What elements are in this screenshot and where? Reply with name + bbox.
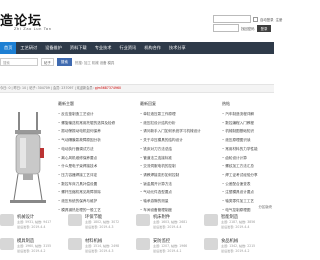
list-item[interactable]: 关于冲压模具的结构设计 bbox=[140, 136, 216, 145]
register-link[interactable]: 注册 bbox=[276, 17, 283, 22]
list-item[interactable]: 压力容器焊接工艺评定 bbox=[58, 171, 132, 180]
category-section-title: 分区版块 bbox=[258, 205, 272, 209]
list-item[interactable]: 液压缸设计结构分析 bbox=[140, 119, 216, 128]
list-item[interactable]: 常用材料的力学性能 bbox=[222, 145, 272, 154]
category-last-post: 最后发表: 2019-4-3 bbox=[85, 224, 114, 229]
list-item[interactable]: 机械制图基础知识 bbox=[222, 127, 272, 136]
list-item[interactable]: 单缸液压泵工作原理 bbox=[140, 110, 216, 119]
nav-item-sharing[interactable]: 技术分享 bbox=[165, 42, 190, 54]
list-item[interactable]: 请教焊接变形如何控制 bbox=[140, 171, 216, 180]
list-item[interactable]: 气动隔膜泵故障原因分析 bbox=[58, 136, 132, 145]
latest-topics-list: 反应釜制造工艺设计 螺旋输送机常用托辊的选择及检修 振动筛振动电机如何保养 气动… bbox=[58, 110, 132, 214]
list-item[interactable]: 请问新手入门如何系统学习机械设计 bbox=[140, 127, 216, 136]
list-item[interactable]: 离心风机维修保养要点 bbox=[58, 154, 132, 163]
forum-stats-text: 今日: 0 | 昨日: 10 | 帖子: 304709 | 会员: 237097… bbox=[0, 86, 95, 90]
category-last-post: 最后发表: 2019-4-2 bbox=[17, 248, 46, 253]
list-item[interactable]: 反应釜制造工艺设计 bbox=[58, 110, 132, 119]
forgot-password-link[interactable]: 找回密码 bbox=[241, 26, 255, 31]
list-item[interactable]: 气动元件选型要点 bbox=[140, 188, 216, 197]
login-username-row: 自动登录 注册 bbox=[213, 15, 282, 23]
category-card[interactable]: 智能制造 主题: 2187, 帖数: 3856 最后发表: 2019-4-4 bbox=[204, 214, 255, 229]
category-stats: 主题: 1342, 帖数: 2215 bbox=[221, 244, 256, 248]
category-last-post: 最后发表: 2019-4-2 bbox=[221, 248, 250, 253]
category-icon bbox=[204, 238, 218, 250]
list-item[interactable]: 什么是电子束焊接技术 bbox=[58, 162, 132, 171]
list-item[interactable]: 铣床对刀方法总结 bbox=[140, 145, 216, 154]
list-item[interactable]: 钣金展开计算方法 bbox=[140, 180, 216, 189]
category-stats: 主题: 1514, 帖数: 2498 bbox=[85, 244, 120, 248]
category-stats: 主题: 1603, 帖数: 2681 bbox=[153, 220, 188, 224]
category-card[interactable]: 安防监控 主题: 1207, 帖数: 1966 最后发表: 2019-4-1 bbox=[136, 238, 187, 253]
category-stats: 主题: 2187, 帖数: 3856 bbox=[221, 220, 256, 224]
search-type-select[interactable]: 帖子 bbox=[41, 58, 54, 66]
latest-replies-heading: 最新回复 bbox=[140, 101, 156, 106]
category-card[interactable]: 食品机械 主题: 1342, 帖数: 2215 最后发表: 2019-4-2 bbox=[204, 238, 255, 253]
nav-item-partners[interactable]: 机构合作 bbox=[140, 42, 165, 54]
list-item[interactable]: 数控车床刀具补偿设置 bbox=[58, 180, 132, 189]
hot-keywords: 热搜: 加工 机械 设备 模具 bbox=[74, 60, 115, 65]
list-item[interactable]: 振动筛振动电机如何保养 bbox=[58, 127, 132, 136]
list-item[interactable]: 螺杆压缩机常见故障排除 bbox=[58, 188, 132, 197]
search-bar: 搜索 帖子 搜索 热搜: 加工 机械 设备 模具 bbox=[0, 58, 114, 66]
category-stats: 主题: 1207, 帖数: 1966 bbox=[153, 244, 188, 248]
latest-topics-heading: 最新主题 bbox=[58, 101, 74, 106]
nav-item-process[interactable]: 工艺研讨 bbox=[16, 42, 41, 54]
category-last-post: 最后发表: 2019-4-1 bbox=[153, 248, 182, 253]
list-item[interactable]: 螺纹加工方法汇总 bbox=[222, 162, 272, 171]
category-card[interactable]: 环保节能 主题: 1802, 帖数: 3072 最后发表: 2019-4-3 bbox=[68, 214, 119, 229]
category-card[interactable]: 材料机械 主题: 1514, 帖数: 2498 最后发表: 2019-4-3 bbox=[68, 238, 119, 253]
nav-item-news[interactable]: 行业资讯 bbox=[115, 42, 140, 54]
username-field[interactable] bbox=[213, 15, 251, 23]
list-item[interactable]: 齿轮设计计算 bbox=[222, 154, 272, 163]
nav-item-downloads[interactable]: 资料下载 bbox=[66, 42, 91, 54]
main-nav: 首页 工艺研讨 设备维护 资料下载 专业技术 行业资讯 机构合作 技术分享 bbox=[0, 42, 274, 54]
category-icon bbox=[136, 214, 150, 226]
site-logo-subtitle: Zhi Zao Lun Tan bbox=[14, 27, 52, 31]
hot-threads-heading: 热帖 bbox=[222, 101, 230, 106]
list-item[interactable]: 焊工证考试经验分享 bbox=[222, 171, 272, 180]
forum-stats-bar: 今日: 0 | 昨日: 10 | 帖子: 304709 | 会员: 237097… bbox=[0, 84, 274, 93]
list-item[interactable]: 螺旋输送机常用托辊的选择及检修 bbox=[58, 119, 132, 128]
category-last-post: 最后发表: 2019-4-3 bbox=[85, 248, 114, 253]
list-item[interactable]: 交流伺服电机的控制 bbox=[140, 162, 216, 171]
nav-item-technology[interactable]: 专业技术 bbox=[91, 42, 116, 54]
list-item[interactable]: 管道法兰连接标准 bbox=[140, 154, 216, 163]
search-input[interactable]: 搜索 bbox=[0, 58, 38, 66]
category-stats: 主题: 1802, 帖数: 3072 bbox=[85, 220, 120, 224]
hot-threads-list: 汽车制造流程详解 数控编程入门教程 机械制图基础知识 液压原理图识读 常用材料的… bbox=[222, 110, 272, 214]
list-item[interactable]: 公差配合速查表 bbox=[222, 180, 272, 189]
search-button[interactable]: 搜索 bbox=[56, 58, 72, 66]
category-stats: 主题: 5931, 帖数: 9417 bbox=[17, 220, 52, 224]
category-icon bbox=[204, 214, 218, 226]
category-last-post: 最后发表: 2019-4-4 bbox=[17, 224, 46, 229]
category-card[interactable]: 机械设计 主题: 5931, 帖数: 9417 最后发表: 2019-4-4 bbox=[0, 214, 51, 229]
category-icon bbox=[0, 238, 14, 250]
list-item[interactable]: 数控编程入门教程 bbox=[222, 119, 272, 128]
list-item[interactable]: 注塑模具设计要点 bbox=[222, 188, 272, 197]
category-icon bbox=[68, 238, 82, 250]
newest-member-link[interactable]: gjm5687374960 bbox=[95, 86, 121, 90]
list-item[interactable]: 液压系统的保养与维护 bbox=[58, 197, 132, 206]
list-item[interactable]: 轴承游隙的测量 bbox=[140, 197, 216, 206]
login-password-row: 找回密码 登录 bbox=[213, 24, 272, 32]
list-item[interactable]: 电动执行器调试方法 bbox=[58, 145, 132, 154]
list-item[interactable]: 液压原理图识读 bbox=[222, 136, 272, 145]
list-item[interactable]: 汽车制造流程详解 bbox=[222, 110, 272, 119]
category-last-post: 最后发表: 2019-4-4 bbox=[153, 224, 182, 229]
password-field[interactable] bbox=[213, 24, 239, 32]
category-last-post: 最后发表: 2019-4-4 bbox=[221, 224, 250, 229]
category-stats: 主题: 1960, 帖数: 3155 bbox=[17, 244, 52, 248]
category-icon bbox=[136, 238, 150, 250]
nav-item-home[interactable]: 首页 bbox=[0, 42, 17, 54]
latest-replies-list: 单缸液压泵工作原理 液压缸设计结构分析 请问新手入门如何系统学习机械设计 关于冲… bbox=[140, 110, 216, 214]
category-card[interactable]: 模具制造 主题: 1960, 帖数: 3155 最后发表: 2019-4-2 bbox=[0, 238, 51, 253]
auto-login-label: 自动登录 bbox=[260, 17, 274, 22]
reactor-machine-image[interactable] bbox=[6, 108, 50, 220]
category-icon bbox=[0, 214, 14, 226]
login-button[interactable]: 登录 bbox=[256, 24, 272, 32]
category-card[interactable]: 机床附件 主题: 1603, 帖数: 2681 最后发表: 2019-4-4 bbox=[136, 214, 187, 229]
auto-login-checkbox[interactable] bbox=[253, 16, 258, 22]
category-icon bbox=[68, 214, 82, 226]
nav-item-equipment[interactable]: 设备维护 bbox=[41, 42, 66, 54]
